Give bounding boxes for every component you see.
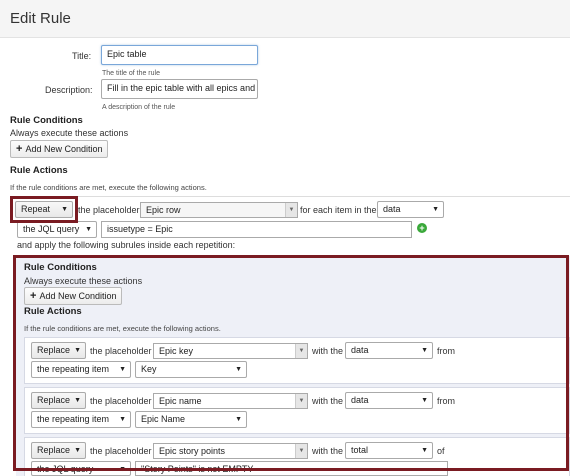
source-select[interactable]: data ▼	[377, 201, 444, 218]
rule-actions-heading: Rule Actions	[10, 165, 68, 176]
caret-down-icon: ▼	[432, 206, 439, 213]
apply-subrules-text: and apply the following subrules inside …	[17, 240, 236, 250]
rule-actions-text: If the rule conditions are met, execute …	[10, 183, 207, 192]
add-condition-button[interactable]: + Add New Condition	[10, 140, 109, 158]
placeholder-value: Epic row	[146, 205, 181, 215]
plus-icon: +	[16, 143, 23, 155]
jql-select-value: the JQL query	[23, 224, 80, 234]
subrules-highlight-box	[13, 255, 569, 471]
page-title: Edit Rule	[10, 10, 71, 27]
title-help: The title of the rule	[102, 70, 160, 77]
plus-circle-icon[interactable]: +	[417, 223, 427, 233]
title-input[interactable]: Epic table	[101, 45, 258, 65]
description-help: A description of the rule	[102, 104, 176, 111]
title-label: Title:	[72, 51, 92, 61]
add-condition-label: Add New Condition	[25, 144, 103, 154]
placeholder-text: the placeholder	[78, 205, 140, 215]
rule-conditions-heading: Rule Conditions	[10, 115, 83, 126]
divider	[10, 196, 570, 197]
jql-select[interactable]: the JQL query ▼	[17, 221, 97, 238]
rule-conditions-text: Always execute these actions	[10, 128, 129, 138]
placeholder-combo[interactable]: Epic row ▼	[140, 202, 298, 218]
description-input[interactable]: Fill in the epic table with all epics an…	[101, 79, 258, 99]
description-label: Description:	[45, 85, 93, 95]
source-select-value: data	[383, 204, 401, 214]
repeat-highlight-box	[10, 196, 78, 223]
dropdown-icon: ▼	[285, 203, 297, 217]
page-header: Edit Rule	[0, 0, 570, 38]
caret-down-icon: ▼	[85, 226, 92, 233]
for-each-text: for each item in the	[300, 205, 377, 215]
jql-query-input[interactable]: issuetype = Epic	[101, 221, 412, 238]
